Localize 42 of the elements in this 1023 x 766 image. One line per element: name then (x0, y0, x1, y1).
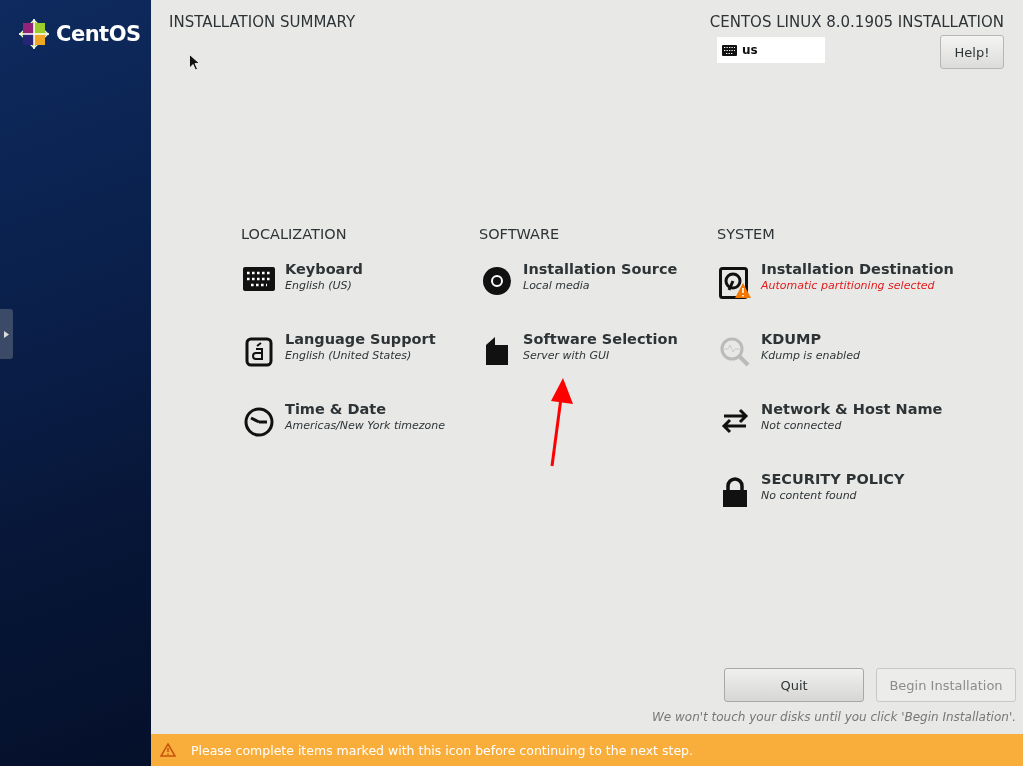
spoke-title[interactable]: SECURITY POLICY (761, 471, 905, 487)
section-heading: LOCALIZATION (241, 226, 348, 242)
spoke-status: English (United States) (285, 349, 413, 362)
spoke-status: Local media (523, 279, 591, 292)
spoke-status: Americas/New York timezone (285, 419, 446, 432)
sidebar-expander[interactable] (0, 309, 13, 359)
disc-icon (482, 267, 511, 295)
warning-icon (160, 743, 176, 757)
magnifier-icon (719, 337, 750, 367)
clock-icon (243, 407, 274, 437)
spoke-title[interactable]: Installation Source (523, 261, 678, 277)
spoke-status: Automatic partitioning selected (761, 279, 936, 292)
keyboard-icon (242, 267, 275, 291)
warning-message: Please complete items marked with this icon before continuing to the next step. (191, 742, 693, 758)
section-heading: SYSTEM (717, 226, 776, 242)
spoke-status: No content found (761, 489, 858, 502)
lock-icon (721, 477, 748, 507)
spoke-title[interactable]: Time & Date (285, 401, 446, 417)
spoke-status: Not connected (761, 419, 843, 432)
section-heading: SOFTWARE (479, 226, 561, 242)
product-title: CENTOS LINUX 8.0.1905 INSTALLATION (709, 13, 1004, 31)
spoke-title[interactable]: Installation Destination (761, 261, 954, 277)
package-icon (485, 337, 508, 365)
keyboard-layout-indicator[interactable]: us (717, 37, 825, 63)
arrows-icon (719, 407, 750, 435)
spoke-status: Kdump is enabled (761, 349, 860, 362)
spoke-status: English (US) (285, 279, 353, 292)
spoke-title[interactable]: Software Selection (523, 331, 678, 347)
mouse-pointer-icon (189, 54, 200, 71)
keyboard-icon (722, 44, 737, 56)
footer-note: We won't touch your disks until you click 'Begin Installation'. (651, 710, 1016, 724)
spoke-title[interactable]: Language Support (285, 331, 436, 347)
spoke-title[interactable]: Network & Host Name (761, 401, 943, 417)
page-title: INSTALLATION SUMMARY (169, 13, 356, 31)
spoke-title[interactable]: Keyboard (285, 261, 363, 277)
spoke-title[interactable]: KDUMP (761, 331, 860, 347)
expand-arrow-icon (4, 330, 9, 338)
quit-button[interactable]: Quit (724, 668, 864, 702)
logo-text: CentOS (56, 22, 141, 46)
language-icon (244, 337, 273, 367)
help-button[interactable]: Help! (940, 35, 1004, 69)
spoke-status: Server with GUI (523, 349, 611, 362)
